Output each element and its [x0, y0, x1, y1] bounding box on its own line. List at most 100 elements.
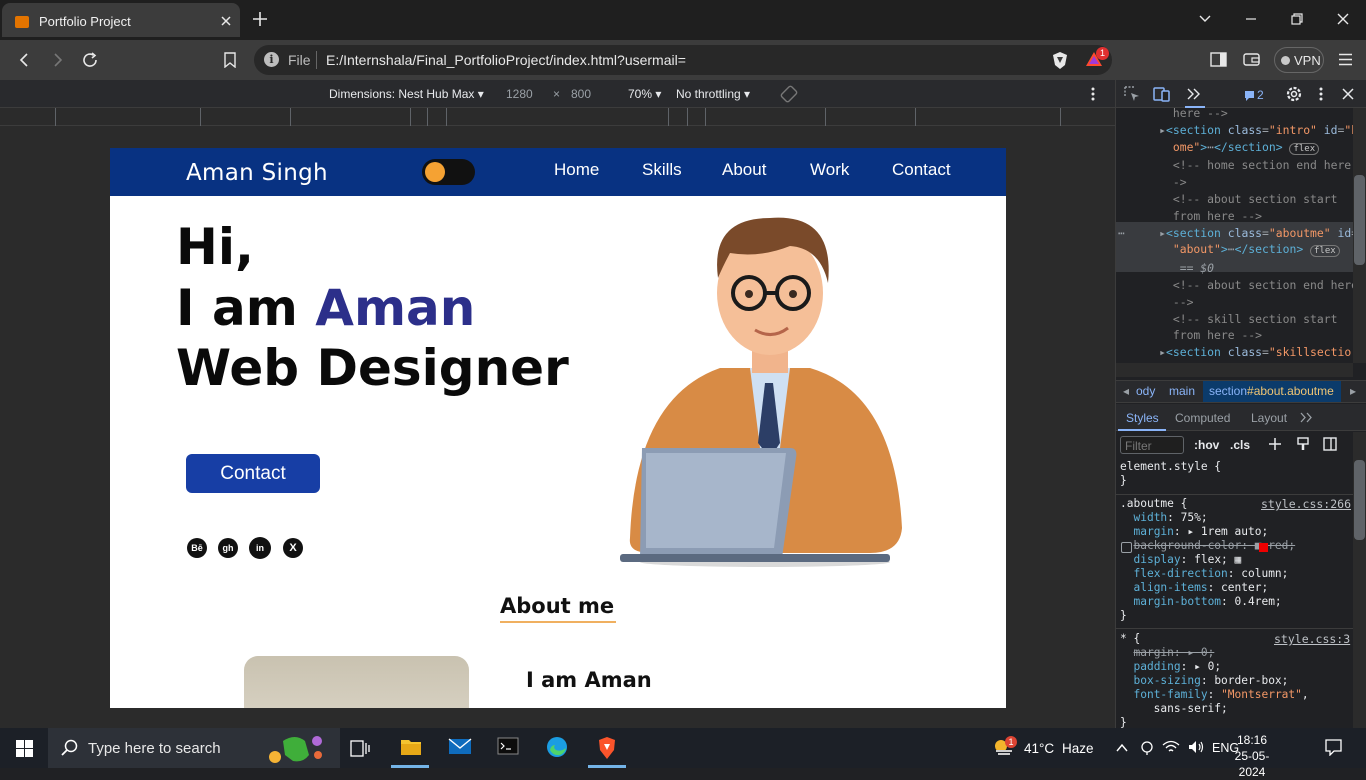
brave-shield-icon[interactable] — [1051, 51, 1069, 70]
wifi-icon[interactable] — [1162, 740, 1180, 754]
background-color-checkbox[interactable] — [1121, 542, 1132, 553]
filter-placeholder: Filter — [1125, 439, 1152, 453]
site-info-icon[interactable]: i — [264, 52, 279, 67]
notifications-icon[interactable] — [1325, 739, 1342, 756]
linkedin-icon[interactable]: in — [249, 537, 271, 559]
red-color-swatch[interactable] — [1259, 543, 1268, 552]
zoom-label: 70% — [628, 87, 653, 101]
throttling-select[interactable]: No throttling ▾ — [676, 87, 750, 101]
nav-about[interactable]: About — [722, 160, 766, 180]
volume-icon[interactable] — [1188, 740, 1204, 754]
restore-icon[interactable] — [1290, 12, 1304, 26]
device-dimensions-select[interactable]: Dimensions: Nest Hub Max ▾ — [329, 87, 484, 101]
tab-layout[interactable]: Layout — [1251, 411, 1287, 425]
tab-search-chevron-icon[interactable] — [1198, 12, 1212, 26]
device-toolbar-toggle-icon[interactable] — [1153, 86, 1170, 102]
forward-icon[interactable] — [50, 52, 66, 68]
back-icon[interactable] — [16, 52, 32, 68]
device-height-input[interactable]: 800 — [571, 87, 591, 101]
chevron-right-icon[interactable]: ▸ — [1350, 384, 1356, 398]
rotate-device-icon[interactable] — [780, 85, 798, 103]
hov-toggle[interactable]: :hov — [1194, 438, 1219, 452]
nav-contact[interactable]: Contact — [892, 160, 951, 180]
tab-styles[interactable]: Styles — [1126, 411, 1159, 425]
rule-divider — [1116, 494, 1353, 495]
dom-horizontal-scrollbar[interactable] — [1116, 363, 1353, 377]
breadcrumb-section[interactable]: section#about.aboutme — [1209, 384, 1334, 398]
rewards-badge: 1 — [1096, 47, 1109, 60]
behance-icon[interactable]: Bē — [187, 538, 207, 558]
more-tabs-icon[interactable] — [1187, 88, 1201, 100]
terminal-icon[interactable] — [497, 736, 519, 756]
dom-scroll-thumb[interactable] — [1354, 175, 1365, 265]
new-style-rule-icon[interactable] — [1268, 437, 1282, 451]
paint-brush-icon[interactable] — [1296, 437, 1310, 451]
task-view-icon[interactable] — [350, 740, 370, 757]
tab-title: Portfolio Project — [39, 14, 131, 29]
x-twitter-icon[interactable]: X — [283, 538, 303, 558]
site-logo[interactable]: Aman Singh — [186, 160, 328, 186]
new-tab-icon[interactable] — [252, 11, 268, 27]
chevron-left-icon[interactable]: ◂ — [1123, 384, 1129, 398]
reload-icon[interactable] — [82, 52, 99, 69]
hero-contact-button[interactable]: Contact — [186, 454, 320, 493]
mail-icon[interactable] — [448, 736, 472, 756]
nav-skills[interactable]: Skills — [642, 160, 682, 180]
breadcrumb-main[interactable]: main — [1169, 384, 1195, 398]
vpn-button[interactable]: VPN — [1274, 47, 1324, 73]
universal-selector: * { — [1120, 632, 1141, 645]
wallet-icon[interactable] — [1243, 52, 1260, 67]
minimize-icon[interactable] — [1244, 12, 1258, 26]
developer-illustration — [620, 217, 902, 567]
weather-desc[interactable]: Haze — [1062, 741, 1094, 756]
chevron-down-icon: ▾ — [744, 87, 751, 101]
tab-close-icon[interactable] — [220, 15, 232, 27]
github-icon[interactable]: gh — [218, 538, 238, 558]
windows-start-icon[interactable] — [16, 740, 33, 757]
throttling-label: No throttling — [676, 87, 741, 101]
hamburger-menu-icon[interactable] — [1338, 53, 1353, 66]
devtools-more-icon[interactable] — [1318, 86, 1324, 102]
issues-count[interactable]: 2 — [1257, 88, 1264, 102]
url-divider — [316, 51, 317, 69]
nav-home[interactable]: Home — [554, 160, 599, 180]
url-text[interactable]: E:/Internshala/Final_PortfolioProject/in… — [326, 52, 686, 68]
hero-role: Web Designer — [176, 339, 569, 397]
more-style-tabs-icon[interactable] — [1300, 412, 1313, 423]
zoom-select[interactable]: 70% ▾ — [628, 87, 661, 101]
universal-rule[interactable]: * { margin: ▸ 0; padding: ▸ 0; box-sizin… — [1120, 632, 1309, 730]
sidebar-toggle-icon[interactable] — [1210, 52, 1227, 67]
aboutme-rule[interactable]: .aboutme { width: 75%; margin: ▸ 1rem au… — [1120, 497, 1295, 623]
taskbar-search-placeholder: Type here to search — [88, 740, 221, 757]
rule-divider — [1116, 628, 1353, 629]
universal-source-link[interactable]: style.css:3 — [1274, 632, 1350, 646]
styles-scroll-thumb[interactable] — [1354, 460, 1365, 540]
settings-gear-icon[interactable] — [1286, 86, 1302, 102]
dom-tree[interactable]: here --> ▸<section class="intro" id="h o… — [1118, 105, 1365, 361]
theme-toggle[interactable] — [422, 159, 475, 185]
file-explorer-icon[interactable] — [400, 736, 422, 758]
bookmark-icon[interactable] — [223, 52, 237, 68]
weather-temp[interactable]: 41°C — [1024, 741, 1054, 756]
meet-now-icon[interactable] — [1140, 740, 1154, 755]
browser-tab[interactable]: Portfolio Project — [2, 3, 240, 37]
nav-work[interactable]: Work — [810, 160, 849, 180]
edge-browser-icon[interactable] — [546, 736, 568, 758]
close-devtools-icon[interactable] — [1342, 88, 1354, 100]
taskbar-clock[interactable]: 18:16 25-05-2024 — [1230, 732, 1274, 780]
issues-icon[interactable] — [1244, 90, 1255, 101]
tray-overflow-chevron-icon[interactable] — [1116, 743, 1128, 752]
element-style-rule[interactable]: element.style { } — [1120, 460, 1221, 488]
breadcrumb-body[interactable]: ody — [1136, 384, 1155, 398]
device-width-input[interactable]: 1280 — [506, 87, 533, 101]
brave-browser-icon[interactable] — [596, 736, 618, 760]
search-highlight-illustration-icon — [269, 736, 322, 763]
aboutme-source-link[interactable]: style.css:266 — [1261, 497, 1351, 511]
chevron-down-icon: ▾ — [655, 87, 662, 101]
close-window-icon[interactable] — [1336, 12, 1350, 26]
inspect-element-icon[interactable] — [1124, 86, 1140, 102]
cls-toggle[interactable]: .cls — [1230, 438, 1250, 452]
device-toolbar-more-icon[interactable] — [1090, 86, 1096, 102]
computed-sidebar-icon[interactable] — [1323, 437, 1337, 451]
tab-computed[interactable]: Computed — [1175, 411, 1230, 425]
